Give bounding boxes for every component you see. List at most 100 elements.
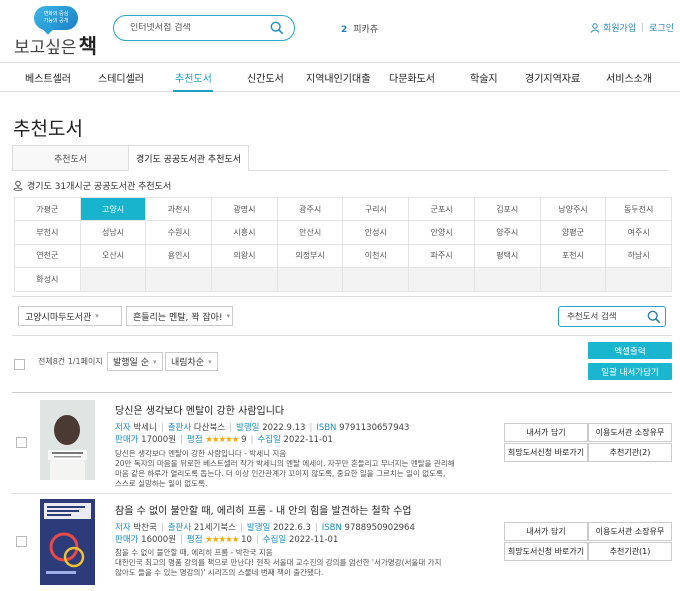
city-item[interactable]: 안산시 (277, 221, 344, 245)
book-cover[interactable] (40, 400, 95, 480)
city-item[interactable]: 남양주시 (540, 198, 607, 222)
city-item[interactable]: 시흥시 (212, 221, 278, 245)
site-logo[interactable]: 변화의 중심 가능의 공개 보고싶은 책 (14, 6, 100, 58)
nav-journals[interactable]: 학술지 (470, 70, 498, 85)
city-item[interactable]: 하남시 (606, 244, 672, 269)
city-empty-cell (409, 268, 475, 292)
desc-line: 마음 같은 하루가 열리도록 돕는다. 더 이상 인간관계가 꼬이지 않도록, … (115, 469, 446, 478)
nav-steadyseller[interactable]: 스테디셀러 (98, 70, 144, 85)
search-icon[interactable] (647, 310, 661, 324)
city-item[interactable]: 군포시 (409, 198, 475, 222)
city-item[interactable]: 부천시 (15, 221, 81, 245)
city-item[interactable]: 수원시 (146, 221, 213, 245)
excel-export-button[interactable]: 엑셀출력 (588, 342, 672, 359)
city-item[interactable]: 성남시 (80, 221, 147, 245)
add-all-to-shelf-button[interactable]: 일괄 내서가담기 (588, 363, 672, 380)
city-item[interactable]: 동두천시 (606, 198, 672, 222)
library-holdings-button[interactable]: 이용도서관 소장유무 (588, 522, 672, 541)
tab-recommended[interactable]: 추천도서 (12, 145, 128, 171)
theme-select[interactable]: 흔들리는 멘탈, 꽉 잡아! ▾ (126, 306, 233, 326)
request-book-button[interactable]: 희망도서신청 바로가기 (504, 443, 588, 462)
tab-gyeonggi-recommended[interactable]: 경기도 공공도서관 추천도서 (128, 145, 249, 171)
main-nav: 베스트셀러 스테디셀러 추천도서 신간도서 지역내인기대출 다문화도서 학술지 … (0, 62, 680, 92)
city-item[interactable]: 포천시 (540, 244, 607, 269)
trending-keyword[interactable]: 2 피카츄 (341, 22, 378, 35)
city-item[interactable]: 평택시 (474, 244, 541, 269)
recommend-search-input[interactable] (567, 311, 647, 322)
city-item[interactable]: 의왕시 (212, 244, 278, 269)
tab-divider (249, 170, 668, 171)
rating-label: 평점 (186, 535, 203, 545)
signup-link[interactable]: 회원가입 (603, 21, 636, 34)
city-empty-cell (540, 268, 607, 292)
library-select-value: 고양시마두도서관 (25, 312, 92, 323)
order-select[interactable]: 내림차순 ▾ (165, 352, 218, 371)
meta-divider: | (239, 523, 243, 533)
city-item[interactable]: 양평군 (540, 221, 607, 245)
library-holdings-button[interactable]: 이용도서관 소장유무 (588, 423, 672, 442)
book-isbn: 9788950902964 (344, 523, 415, 533)
sort-select[interactable]: 발행일 순 ▾ (107, 352, 163, 371)
user-menu-divider: | (641, 22, 645, 33)
nav-multicultural[interactable]: 다문화도서 (389, 70, 435, 85)
region-label-text: 경기도 31개시군 공공도서관 추천도서 (27, 182, 172, 192)
nav-bestseller[interactable]: 베스트셀러 (25, 70, 71, 85)
logo-text-bold: 책 (78, 34, 97, 58)
book-meta-line1: 저자 박세니 | 출판사 다산북스 | 발행일 2022.9.13 | ISBN 97911… (115, 421, 409, 433)
city-item[interactable]: 김포시 (474, 198, 541, 222)
book-title[interactable]: 참을 수 없이 불안할 때, 에리히 프롬 - 내 안의 힘을 발견하는 철학 … (115, 502, 412, 517)
book-title[interactable]: 당신은 생각보다 멘탈이 강한 사람입니다 (115, 402, 284, 417)
book-checkbox[interactable] (16, 536, 27, 547)
city-item[interactable]: 연천군 (15, 244, 81, 269)
book-row: 참을 수 없이 불안할 때, 에리히 프롬 - 내 안의 힘을 발견하는 철학 … (0, 494, 680, 591)
book-cover[interactable] (40, 499, 95, 585)
city-item[interactable]: 의정부시 (277, 244, 344, 269)
city-item[interactable]: 광명시 (212, 198, 278, 222)
city-item[interactable]: 안양시 (409, 221, 475, 245)
city-grid: 가평군 고양시 과천시 광명시 광주시 구리시 군포시 김포시 남양주시 동두천시부천시 성남시 수원… (14, 197, 672, 292)
city-empty-cell (606, 268, 672, 292)
add-to-shelf-button[interactable]: 내서가 담기 (504, 423, 588, 442)
nav-gyeonggi-materials[interactable]: 경기지역자료 (525, 70, 580, 85)
book-price: 17000원 (141, 435, 177, 445)
publisher-label: 출판사 (167, 423, 192, 433)
nav-local-popular[interactable]: 지역내인기대출 (306, 70, 370, 85)
city-item[interactable]: 안성시 (343, 221, 410, 245)
add-to-shelf-button[interactable]: 내서가 담기 (504, 522, 588, 541)
city-item[interactable]: 용인시 (146, 244, 213, 269)
search-icon[interactable] (270, 21, 284, 35)
select-all-checkbox[interactable] (14, 359, 25, 370)
city-item[interactable]: 광주시 (277, 198, 344, 222)
city-item[interactable]: 이천시 (343, 244, 410, 269)
city-item[interactable]: 오산시 (80, 244, 147, 269)
city-item[interactable]: 구리시 (343, 198, 410, 222)
city-item[interactable]: 여주시 (606, 221, 672, 245)
book-score: 9 (241, 435, 247, 445)
library-select[interactable]: 고양시마두도서관 ▾ (18, 306, 122, 326)
nav-recommended[interactable]: 추천도서 (175, 70, 212, 85)
meta-divider: | (180, 435, 183, 445)
book-publisher: 다산북스 (193, 423, 226, 433)
book-collected: 2022-11-01 (283, 435, 333, 445)
nav-service-intro[interactable]: 서비스소개 (606, 70, 652, 85)
rating-stars: ★★★★★ (205, 535, 239, 545)
city-item[interactable]: 파주시 (409, 244, 475, 269)
city-item[interactable]: 화성시 (15, 268, 81, 292)
meta-divider: | (180, 535, 183, 545)
city-item[interactable]: 고양시 (80, 198, 147, 222)
city-empty-cell (343, 268, 410, 292)
login-link[interactable]: 로그인 (649, 21, 674, 34)
recommending-libraries-button[interactable]: 추천기관(2) (588, 443, 672, 462)
book-checkbox[interactable] (16, 437, 27, 448)
bookstore-search-input[interactable] (130, 23, 270, 33)
book-author: 박세니 (133, 423, 157, 433)
book-score: 10 (241, 535, 252, 545)
recommending-libraries-button[interactable]: 추천기관(1) (588, 542, 672, 561)
request-book-button[interactable]: 희망도서신청 바로가기 (504, 542, 588, 561)
city-item[interactable]: 양주시 (474, 221, 541, 245)
city-item[interactable]: 과천시 (146, 198, 213, 222)
result-count: 전체8건 1/1페이지 (38, 357, 103, 366)
nav-new-books[interactable]: 신간도서 (247, 70, 284, 85)
city-item[interactable]: 가평군 (15, 198, 81, 222)
book-cover-image (40, 400, 95, 480)
